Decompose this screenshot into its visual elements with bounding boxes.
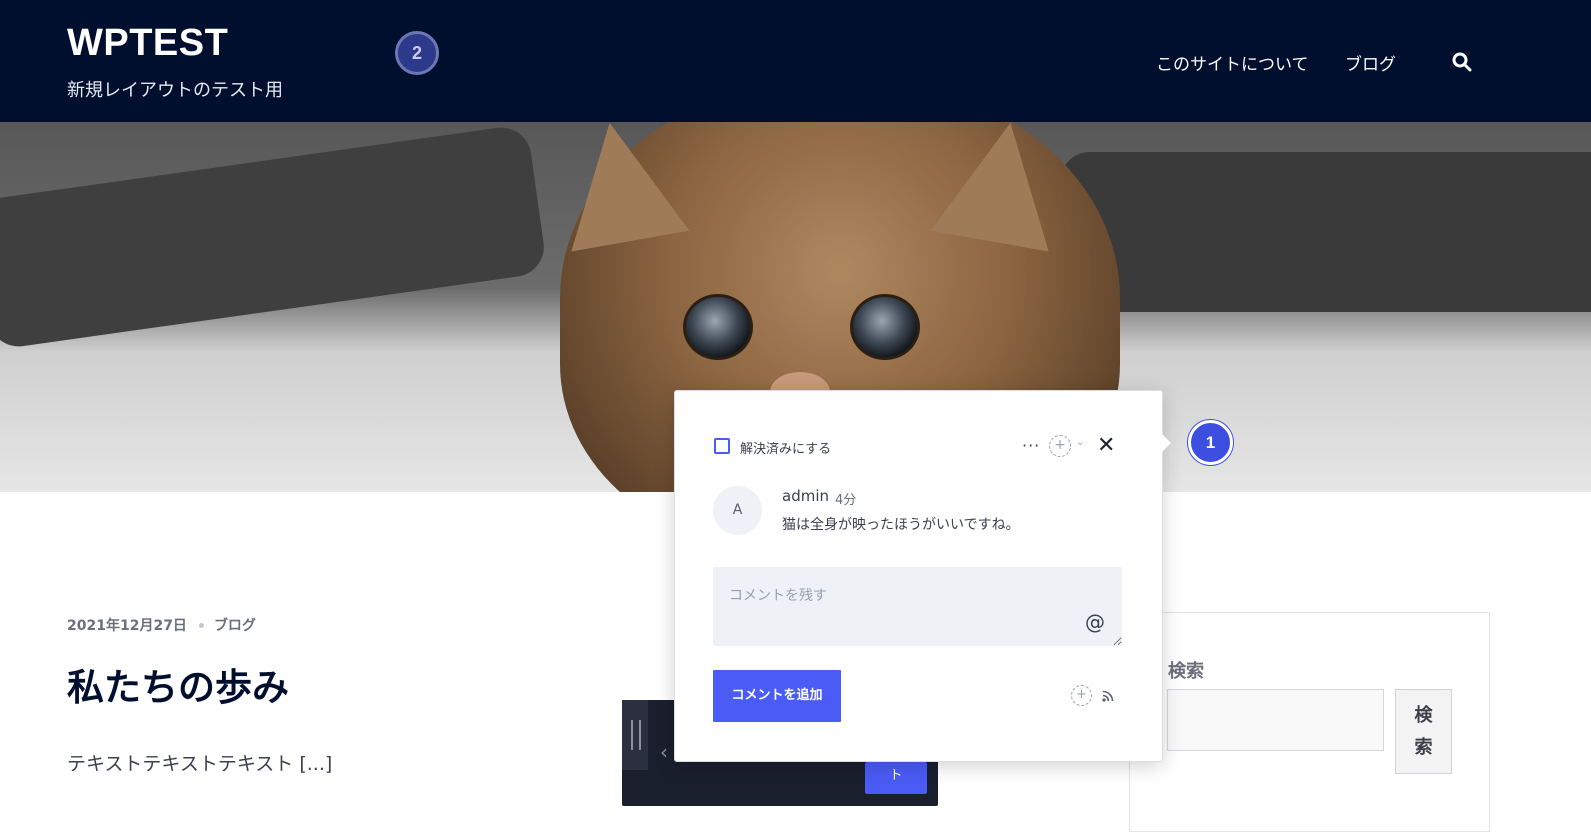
toolbar-button[interactable]: ト	[865, 762, 927, 794]
comment-marker-2[interactable]: 2	[395, 31, 439, 75]
chevron-down-icon[interactable]: ⌄	[1076, 437, 1084, 448]
comment-text: 猫は全身が映ったほうがいいですね。	[782, 517, 1020, 533]
at-icon[interactable]: @	[1085, 610, 1105, 634]
site-tagline: 新規レイアウトのテスト用	[67, 80, 283, 101]
post-date[interactable]: 2021年12月27日	[67, 618, 187, 634]
sidebar-search-input[interactable]	[1167, 689, 1384, 751]
comment-timestamp: 4分	[835, 493, 857, 508]
close-icon[interactable]: ✕	[1097, 433, 1115, 458]
comment-input[interactable]	[713, 567, 1122, 646]
site-header: WPTEST 新規レイアウトのテスト用 2 このサイトについて ブログ	[0, 0, 1591, 122]
nav-link-about[interactable]: このサイトについて	[1156, 50, 1309, 75]
drag-handle[interactable]	[622, 700, 648, 770]
post-title[interactable]: 私たちの歩み	[67, 657, 289, 711]
post-meta: 2021年12月27日 ブログ	[67, 615, 256, 635]
search-widget-title: 検索	[1168, 661, 1204, 682]
sidebar-search-button-label: 検 索	[1414, 705, 1433, 758]
chevron-left-icon[interactable]: ‹	[660, 740, 668, 764]
sidebar-search-button[interactable]: 検 索	[1395, 689, 1452, 774]
add-reaction-icon[interactable]: +	[1049, 435, 1071, 457]
nav-link-blog[interactable]: ブログ	[1345, 50, 1396, 75]
rss-icon[interactable]	[1101, 689, 1115, 703]
ellipsis-icon[interactable]: ···	[1022, 436, 1040, 455]
resolve-checkbox[interactable]	[714, 438, 730, 454]
site-title[interactable]: WPTEST	[67, 22, 228, 65]
resolve-label[interactable]: 解決済みにする	[740, 438, 831, 457]
comment-marker-1[interactable]: 1	[1188, 420, 1233, 465]
add-comment-button[interactable]: コメントを追加	[713, 670, 841, 722]
post-excerpt: テキストテキストテキスト [...]	[67, 753, 333, 775]
post-category[interactable]: ブログ	[214, 618, 256, 634]
add-reaction-icon[interactable]: +	[1071, 685, 1092, 706]
comment-author: admin	[782, 487, 829, 505]
popover-arrow	[1161, 433, 1171, 453]
search-icon[interactable]	[1452, 52, 1472, 72]
meta-separator	[198, 622, 204, 628]
avatar: A	[713, 486, 762, 535]
